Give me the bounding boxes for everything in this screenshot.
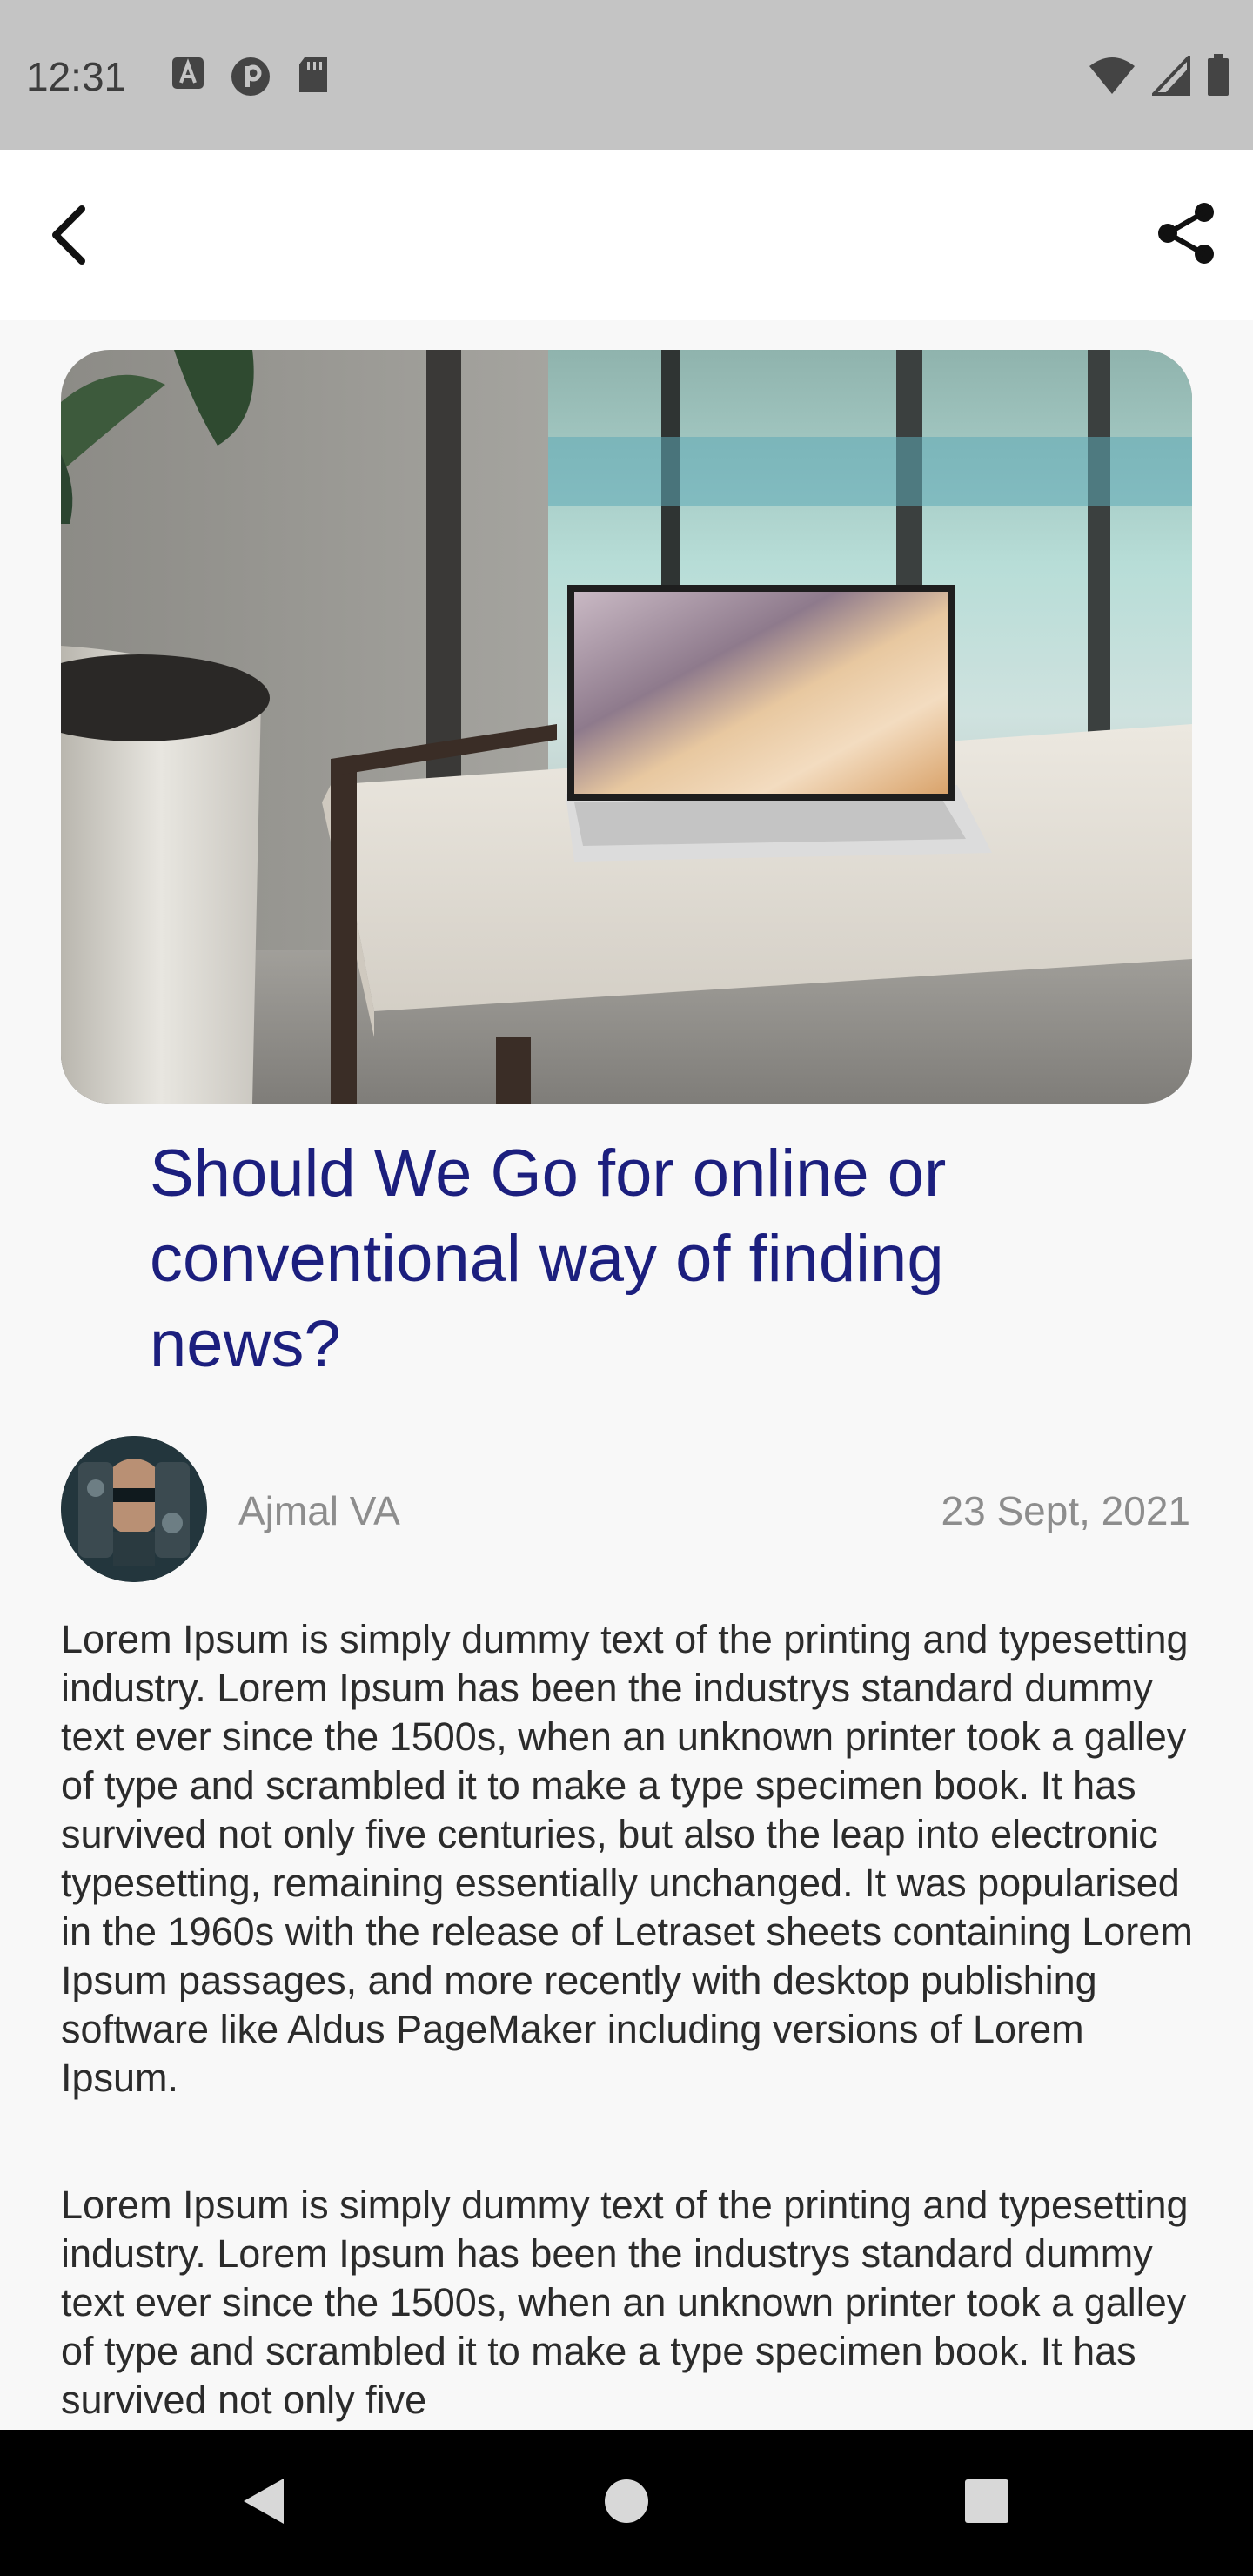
author-name[interactable]: Ajmal VA (238, 1485, 400, 1537)
status-right-icons (1088, 53, 1230, 102)
app-bar (0, 150, 1253, 320)
status-bar: 12:31 (0, 0, 1253, 150)
share-button[interactable] (1152, 200, 1222, 270)
nav-back-button[interactable] (231, 2472, 294, 2534)
post-date: 23 Sept, 2021 (941, 1488, 1190, 1533)
chevron-left-icon (47, 204, 90, 271)
nav-home-button[interactable] (595, 2472, 658, 2534)
author-avatar[interactable] (61, 1436, 207, 1582)
article-content[interactable]: Should We Go for online or conventional … (0, 320, 1253, 2430)
a-text-icon (171, 56, 205, 102)
home-circle-icon (602, 2477, 651, 2530)
article-paragraph: Lorem Ipsum is simply dummy text of the … (61, 2183, 1189, 2422)
author-row: Ajmal VA 23 Sept, 2021 (61, 1436, 1192, 1584)
nav-recents-button[interactable] (955, 2472, 1018, 2534)
vpn-key-icon (230, 56, 271, 102)
cell-signal-icon (1149, 53, 1190, 100)
share-icon (1156, 202, 1218, 269)
article-title: Should We Go for online or conventional … (150, 1137, 947, 1381)
back-button[interactable] (38, 202, 99, 272)
sd-card-icon (296, 56, 331, 102)
status-time: 12:31 (26, 54, 127, 99)
back-triangle-icon (238, 2475, 287, 2532)
article-paragraph: Lorem Ipsum is simply dummy text of the … (61, 1617, 1193, 2100)
article-screen: 12:31 Should We Go for online or convent… (0, 0, 1253, 2576)
recents-square-icon (962, 2477, 1011, 2530)
hero-image (61, 350, 1192, 1104)
status-left-icons (171, 56, 331, 102)
system-nav-bar (0, 2430, 1253, 2576)
wifi-icon (1088, 56, 1136, 100)
battery-icon (1206, 54, 1230, 102)
